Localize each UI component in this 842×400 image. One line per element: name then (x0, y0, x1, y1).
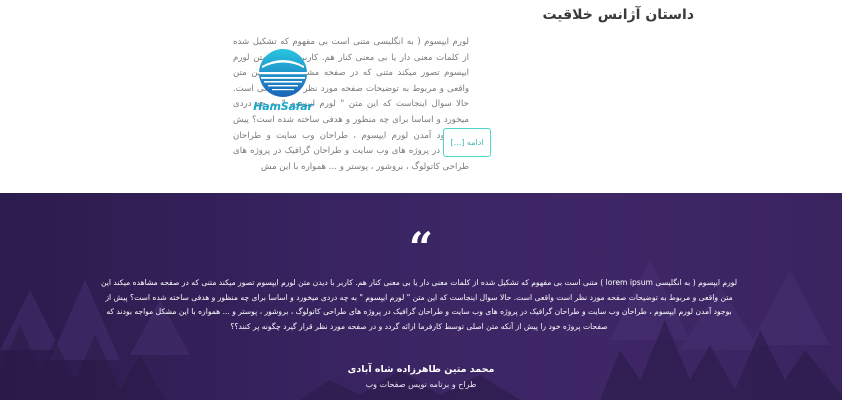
section-title: داستان آژانس خلاقیت (542, 7, 694, 23)
testimonial-section: “ لورم ایپسوم ( به انگلیسی lorem ipsum )… (0, 193, 842, 400)
agency-section: داستان آژانس خلاقیت لورم ایپسوم ( به انگ… (0, 0, 842, 193)
logo-emblem-icon (259, 49, 307, 97)
hamsafar-logo: HamSafar (253, 48, 313, 120)
author-role: طراح و برنامه نویس صفحات وب (365, 380, 477, 389)
read-more-button[interactable]: ادامه [...] (443, 128, 491, 157)
author-name: محمد متین طاهرزاده شاه آبادی (347, 364, 495, 375)
logo-wordmark: HamSafar (253, 100, 313, 113)
quote-icon: “ (408, 223, 434, 272)
testimonial-quote: لورم ایپسوم ( به انگلیسی lorem ipsum ) م… (100, 278, 738, 331)
